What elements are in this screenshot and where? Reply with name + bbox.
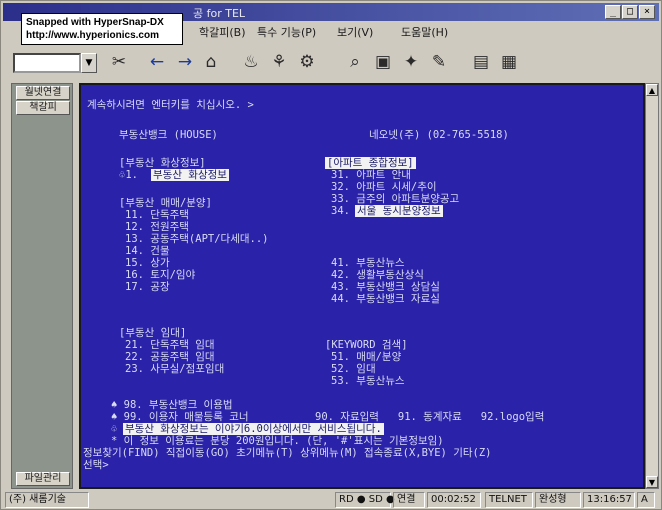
sidebar-file-button[interactable]: 파일관리 — [16, 472, 70, 486]
close-button[interactable]: × — [639, 5, 655, 19]
menu-bookmark[interactable]: 학갈피(B) — [199, 24, 246, 40]
transfer-icon[interactable]: ⚙ — [295, 51, 319, 73]
term-item-21[interactable]: 21. 단독주택 임대 — [125, 339, 215, 351]
term-keyword-head: [KEYWORD 검색] — [325, 339, 408, 351]
term-sec2-head: [부동산 매매/분양] — [119, 197, 212, 209]
status-protocol: TELNET — [485, 492, 533, 508]
term-sec1-item1-highlight[interactable]: 부동산 화상정보 — [151, 169, 229, 181]
receive-icon[interactable]: ♨ — [239, 51, 263, 73]
term-items-90-92[interactable]: 90. 자료입력 91. 동계자료 92.logo입력 — [315, 411, 544, 423]
toolbar: ▼ ✂ ← → ⌂ ♨ ⚘ ⚙ ⌕ ▣ ✦ ✎ ▤ ▦ — [3, 43, 659, 81]
term-notice-highlight: 부동산 화상정보는 이야기6.0이상에서만 서비스됩니다. — [123, 423, 384, 435]
term-item-17[interactable]: 17. 공장 — [125, 281, 170, 293]
capture-icon[interactable]: ▣ — [371, 51, 395, 73]
menu-help[interactable]: 도움말(H) — [401, 24, 448, 40]
term-item-13[interactable]: 13. 공동주택(APT/다세대..) — [125, 233, 268, 245]
term-item-51[interactable]: 51. 매매/분양 — [331, 351, 401, 363]
term-brand-right: 네오넷(주) (02-765-5518) — [369, 129, 509, 141]
watermark-line1: Snapped with HyperSnap-DX — [26, 17, 164, 28]
chevron-down-icon[interactable]: ▼ — [81, 53, 97, 73]
sidebar-connect-button[interactable]: 월넷연결 — [16, 86, 70, 100]
search-icon[interactable]: ⌕ — [343, 51, 367, 73]
term-prompt: 계속하시려면 엔터키를 치십시오. > — [87, 99, 254, 111]
forward-arrow-icon[interactable]: → — [173, 51, 197, 73]
term-sec1-item1: ♧1. — [119, 169, 145, 181]
status-elapsed-time: 00:02:52 — [427, 492, 481, 508]
term-item-53[interactable]: 53. 부동산뉴스 — [331, 375, 405, 387]
term-apt-34[interactable]: 34. — [331, 205, 356, 217]
edit-icon[interactable]: ✎ — [427, 51, 451, 73]
term-notice-prefix: ♧ — [111, 423, 118, 435]
term-item-52[interactable]: 52. 임대 — [331, 363, 376, 375]
term-item-99[interactable]: ♠ 99. 이용자 매물등록 코너 — [111, 411, 249, 423]
terminal-screen[interactable]: 계속하시려면 엔터키를 치십시오. > 부동산뱅크 (HOUSE) 네오넷(주)… — [79, 83, 645, 489]
settings-icon[interactable]: ✦ — [399, 51, 423, 73]
term-nav-commands: 정보찾기(FIND) 직접이동(GO) 초기메뉴(T) 상위메뉴(M) 접속종료… — [83, 447, 492, 459]
sidebar-bookmark-button[interactable]: 책갈피 — [16, 101, 70, 115]
maximize-button[interactable]: □ — [622, 5, 638, 19]
term-brand-left: 부동산뱅크 (HOUSE) — [119, 129, 218, 141]
term-notice-fee: * 이 정보 이용료는 분당 200원입니다. (단, '#'표시는 기본정보임… — [111, 435, 444, 447]
status-clock: 13:16:57 — [583, 492, 635, 508]
term-item-43[interactable]: 43. 부동산뱅크 상담실 — [331, 281, 440, 293]
side-panel: 월넷연결 책갈피 파일관리 — [11, 83, 73, 489]
term-apt-32[interactable]: 32. 아파트 시세/추이 — [331, 181, 437, 193]
term-apt-head: [아파트 종합정보] — [325, 157, 416, 169]
minimize-button[interactable]: _ — [605, 5, 621, 19]
hypersnap-watermark: Snapped with HyperSnap-DX http://www.hyp… — [21, 13, 183, 45]
status-connection: 연결 — [393, 492, 425, 508]
address-combo[interactable] — [13, 53, 81, 73]
scroll-up-icon[interactable]: ▲ — [646, 84, 658, 96]
menu-view[interactable]: 보기(V) — [337, 24, 373, 40]
term-item-41[interactable]: 41. 부동산뉴스 — [331, 257, 405, 269]
term-item-15[interactable]: 15. 상가 — [125, 257, 170, 269]
term-item-12[interactable]: 12. 전원주택 — [125, 221, 189, 233]
term-item-22[interactable]: 22. 공동주택 임대 — [125, 351, 215, 363]
term-item-44[interactable]: 44. 부동산뱅크 자료실 — [331, 293, 440, 305]
status-rd-sd: RD ● SD ● — [335, 492, 395, 508]
term-item-98[interactable]: ♠ 98. 부동산뱅크 이용법 — [111, 399, 233, 411]
term-item-11[interactable]: 11. 단독주택 — [125, 209, 189, 221]
term-item-16[interactable]: 16. 토지/임야 — [125, 269, 195, 281]
terminal-app-window: 공 for TEL _ □ × Snapped with HyperSnap-D… — [0, 0, 662, 510]
back-arrow-icon[interactable]: ← — [145, 51, 169, 73]
terminal-scrollbar[interactable]: ▲ ▼ — [645, 83, 659, 489]
menu-special[interactable]: 특수 기능(P) — [257, 24, 316, 40]
window-icon[interactable]: ▤ — [469, 51, 493, 73]
window-title: 공 for TEL — [193, 7, 246, 20]
scroll-down-icon[interactable]: ▼ — [646, 476, 658, 488]
term-apt-31[interactable]: 31. 아파트 안내 — [331, 169, 411, 181]
home-icon[interactable]: ⌂ — [199, 51, 223, 73]
watermark-line2: http://www.hyperionics.com — [26, 30, 159, 41]
connect-icon[interactable]: ✂ — [107, 51, 131, 73]
status-bar: (주) 새롬기술 RD ● SD ● 연결 00:02:52 TELNET 완성… — [3, 491, 659, 509]
term-item-14[interactable]: 14. 건물 — [125, 245, 170, 257]
term-apt-34-highlight[interactable]: 서울 동시분양정보 — [355, 205, 443, 217]
term-sec1-head: [부동산 화상정보] — [119, 157, 206, 169]
status-company: (주) 새롬기술 — [5, 492, 89, 508]
term-item-23[interactable]: 23. 사무실/점포임대 — [125, 363, 224, 375]
term-item-42[interactable]: 42. 생활부동산상식 — [331, 269, 424, 281]
layout-icon[interactable]: ▦ — [497, 51, 521, 73]
term-select-prompt[interactable]: 선택> — [83, 459, 109, 471]
status-encoding: 완성형 — [535, 492, 581, 508]
status-ime[interactable]: A — [637, 492, 655, 508]
term-apt-33[interactable]: 33. 금주의 아파트분양공고 — [331, 193, 459, 205]
term-sec3-head: [부동산 임대] — [119, 327, 187, 339]
send-icon[interactable]: ⚘ — [267, 51, 291, 73]
